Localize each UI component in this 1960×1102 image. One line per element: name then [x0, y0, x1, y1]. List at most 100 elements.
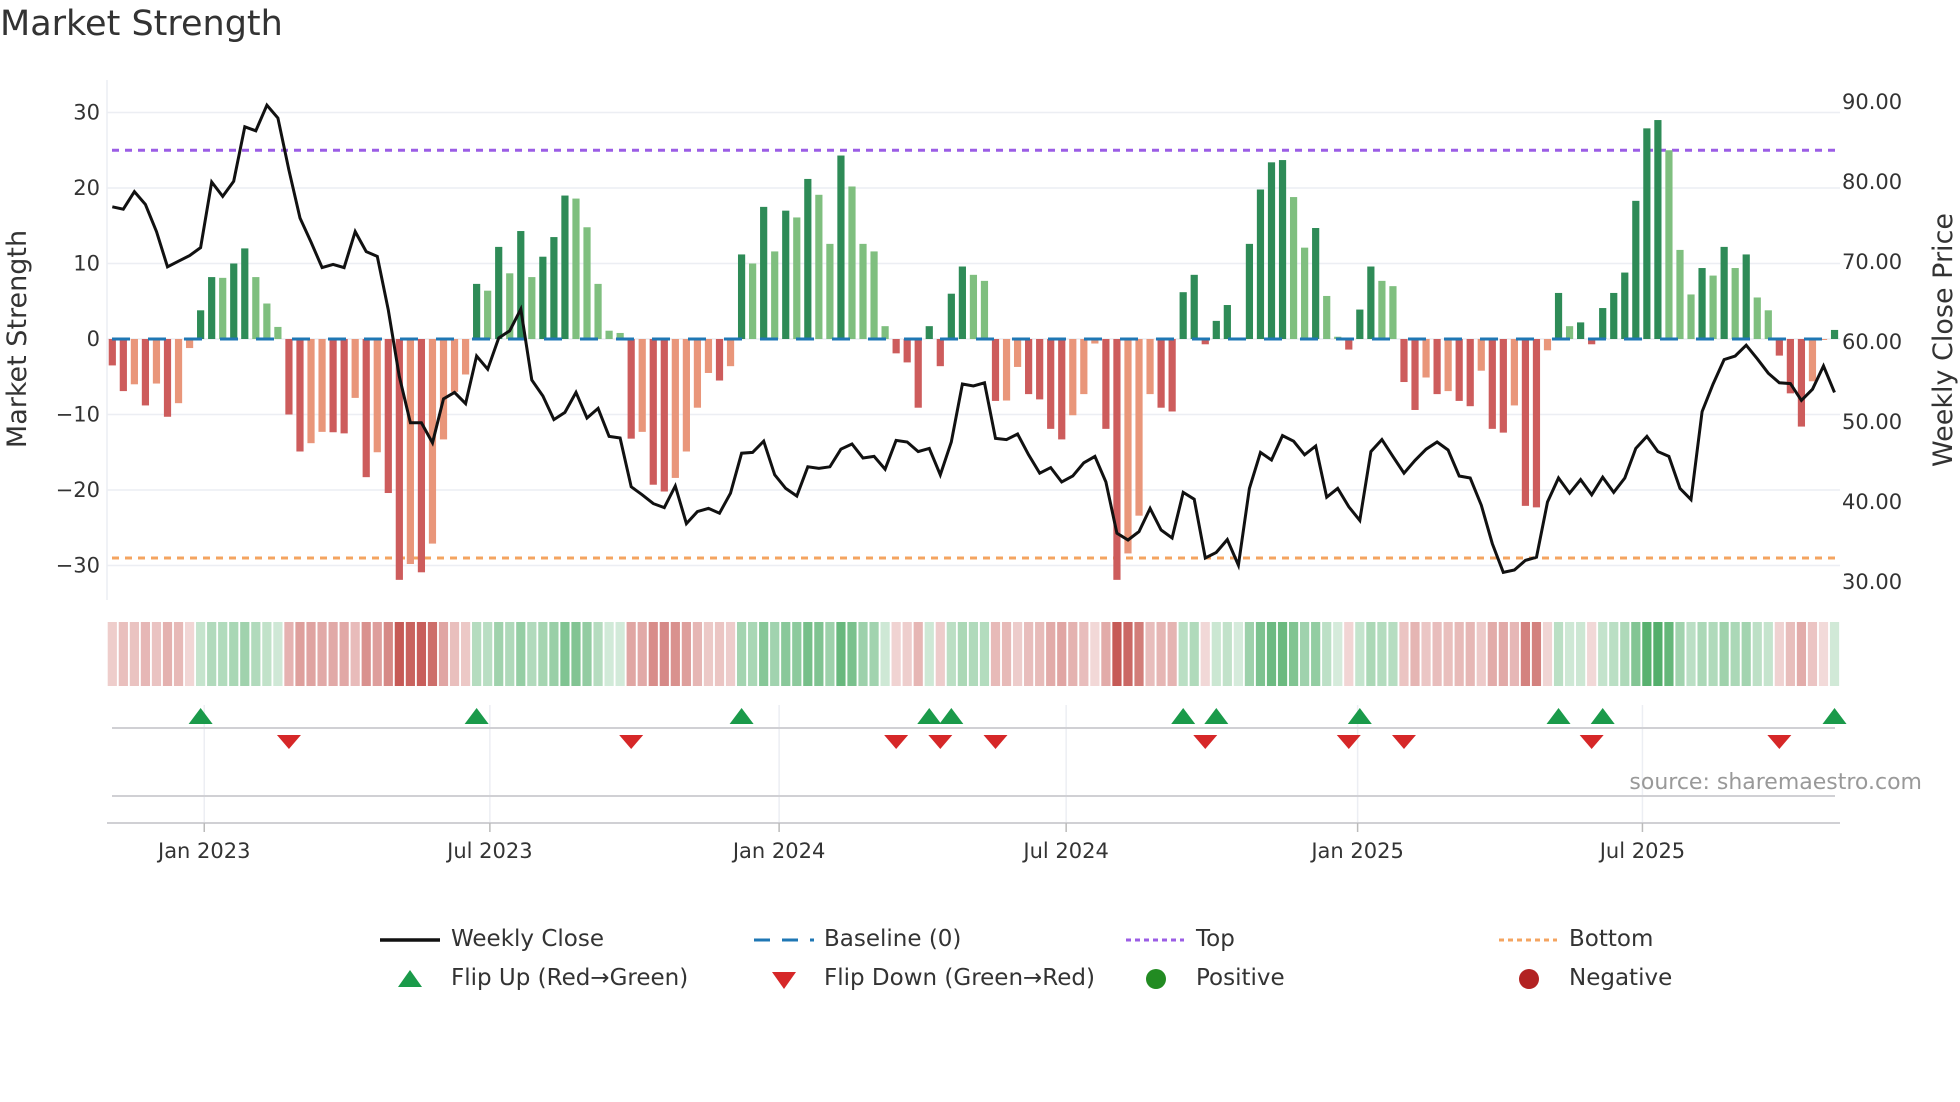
flip-down-marker [983, 735, 1008, 749]
heatmap-cell [1509, 622, 1519, 686]
heatmap-cell [218, 622, 228, 686]
positive-bar [1256, 189, 1265, 339]
negative-bar [318, 339, 326, 432]
positive-bar [583, 227, 591, 339]
heatmap-cell [405, 622, 415, 686]
positive-bar [208, 277, 216, 339]
negative-bar [130, 339, 138, 385]
negative-bar [892, 339, 900, 354]
heatmap-cell [162, 622, 173, 686]
heatmap-cell [1377, 622, 1387, 686]
source-credit: source: sharemaestro.com [1629, 770, 1922, 795]
positive-bar [241, 248, 249, 339]
negative-bar [362, 339, 370, 478]
negative-bar [1543, 339, 1552, 351]
heatmap-cell [1222, 622, 1232, 686]
positive-bar [815, 194, 823, 339]
heatmap-cell [1542, 622, 1553, 686]
flip-up-marker [917, 708, 942, 724]
heatmap-cell [637, 622, 647, 686]
heatmap-cell [1752, 622, 1762, 686]
heatmap-cell [593, 622, 603, 686]
heatmap-cell [725, 622, 736, 686]
legend-top: Top [1196, 926, 1235, 952]
positive-bar [528, 277, 536, 339]
heatmap-cell [968, 622, 979, 686]
heatmap-cell [1112, 622, 1122, 686]
heatmap-cell [1046, 622, 1056, 686]
strength-bars [108, 120, 1839, 580]
flip-down-marker [1579, 735, 1604, 749]
negative-bar [936, 339, 944, 367]
heatmap-cell [803, 622, 813, 686]
heatmap-cell [615, 622, 625, 686]
heatmap-cell [483, 622, 493, 686]
positive-bar [969, 274, 978, 339]
heatmap-cell [1123, 622, 1133, 686]
legend-negative: Negative [1569, 965, 1673, 991]
y-tick-label: 20 [73, 176, 100, 200]
legend-bottom: Bottom [1569, 926, 1654, 952]
positive-bar [1223, 305, 1231, 339]
negative-bar [693, 339, 702, 408]
positive-bar [252, 277, 260, 339]
negative-bar [461, 339, 470, 375]
heatmap-cell [295, 622, 305, 686]
negative-bar [1400, 339, 1408, 383]
heatmap-cell [1079, 622, 1089, 686]
negative-bar [638, 339, 646, 432]
negative-bar [649, 339, 657, 485]
heatmap-cell [1068, 622, 1078, 686]
heatmap-cell [659, 622, 669, 686]
negative-bar [1036, 339, 1044, 400]
heatmap-cell [935, 622, 945, 686]
negative-bar [726, 339, 735, 367]
flip-up-marker [1546, 708, 1571, 724]
heatmap-cell [118, 622, 128, 686]
heatmap-cell [1498, 622, 1508, 686]
heatmap-cell [350, 622, 360, 686]
heatmap-cell [372, 622, 382, 686]
positive-bar [484, 290, 492, 339]
y2-tick-label: 70.00 [1842, 250, 1902, 274]
negative-bar [108, 339, 116, 366]
heatmap-cell [736, 622, 747, 686]
heatmap-cell [1355, 622, 1365, 686]
heatmap-cell [1476, 622, 1486, 686]
negative-bar [1002, 339, 1011, 401]
heatmap-cell [383, 622, 393, 686]
heatmap-cell [891, 622, 901, 686]
positive-bar [1289, 197, 1298, 339]
positive-bar [1621, 272, 1629, 339]
y-tick-label: −10 [56, 403, 100, 427]
x-tick-label: Jan 2024 [731, 839, 826, 863]
heatmap-cell [1564, 622, 1575, 686]
positive-bar [1179, 292, 1187, 339]
positive-bar [219, 277, 227, 339]
positive-bar [605, 330, 613, 339]
heatmap-cell [836, 622, 846, 686]
negative-bar [1499, 339, 1507, 433]
heatmap-cell [1653, 622, 1663, 686]
heatmap-cell [472, 622, 482, 686]
positive-bar [1554, 292, 1563, 339]
x-tick-label: Jul 2025 [1598, 839, 1685, 863]
negative-bar [1013, 339, 1022, 367]
flip-down-marker [1193, 735, 1218, 749]
heatmap-cell [604, 622, 614, 686]
positive-bar [1190, 274, 1198, 339]
positive-bar [859, 243, 867, 339]
legend-circle-positive-icon [1146, 969, 1166, 989]
heatmap-cell [924, 622, 934, 686]
heatmap-cell [979, 622, 990, 686]
heatmap-cell [913, 622, 923, 686]
negative-bar [1510, 339, 1518, 406]
positive-bar [230, 263, 238, 339]
y-tick-label: −20 [56, 478, 100, 502]
positive-bar [1599, 308, 1607, 339]
heatmap-cell [1189, 622, 1199, 686]
positive-bar [1632, 200, 1640, 339]
heatmap-cell [262, 622, 272, 686]
negative-bar [1422, 339, 1430, 378]
positive-bar [760, 206, 768, 339]
